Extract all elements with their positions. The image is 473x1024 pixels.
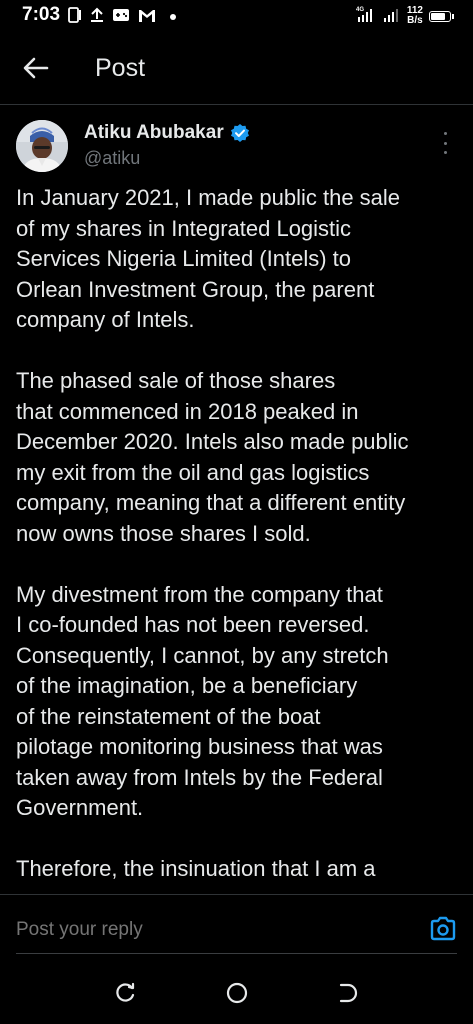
post-author: Atiku Abubakar @atiku xyxy=(16,120,457,176)
status-notification-icons xyxy=(68,7,176,27)
author-handle[interactable]: @atiku xyxy=(84,148,140,169)
camera-button[interactable] xyxy=(429,915,457,943)
signal-icon: 4G xyxy=(355,5,377,27)
recent-apps-icon xyxy=(116,982,135,1002)
upload-icon xyxy=(90,7,104,27)
post-text: In January 2021, I made public the sale … xyxy=(16,183,461,891)
svg-text:4G: 4G xyxy=(356,7,364,13)
post-paragraph: Therefore, the insinuation that I am a xyxy=(16,856,376,881)
avatar[interactable] xyxy=(16,120,68,172)
gamepad-icon xyxy=(112,7,130,27)
status-bar: 7:03 4G 112 B/s xyxy=(0,0,473,34)
verified-badge-icon xyxy=(230,124,249,142)
battery-icon xyxy=(429,10,454,22)
status-time: 7:03 xyxy=(22,4,61,25)
recent-apps-button[interactable] xyxy=(112,980,138,1006)
camera-icon xyxy=(430,916,456,941)
reply-bar xyxy=(0,894,473,955)
more-dot-icon xyxy=(443,141,447,145)
post-paragraph: The phased sale of those shares that com… xyxy=(16,368,409,546)
back-nav-icon xyxy=(339,983,358,1003)
back-nav-button[interactable] xyxy=(334,980,360,1006)
sim-card-icon xyxy=(68,7,82,27)
network-speed-unit: B/s xyxy=(407,15,423,26)
more-dot-icon xyxy=(443,151,447,154)
battery-fill xyxy=(431,12,446,20)
home-circle-icon xyxy=(226,982,248,1004)
network-speed: 112 B/s xyxy=(407,6,423,26)
more-options-button[interactable] xyxy=(437,132,453,154)
more-dot-icon xyxy=(443,132,447,135)
notification-dot-icon xyxy=(170,14,176,20)
page-title: Post xyxy=(95,54,146,82)
author-name[interactable]: Atiku Abubakar xyxy=(84,122,224,144)
signal-secondary-icon xyxy=(383,5,401,27)
post-paragraph: My divestment from the company that I co… xyxy=(16,581,389,821)
reply-input[interactable] xyxy=(16,919,396,941)
system-navigation-bar xyxy=(0,960,473,1024)
reply-underline xyxy=(16,953,457,954)
post-header: Post xyxy=(0,34,473,105)
gmail-icon xyxy=(138,8,156,27)
author-name-row: Atiku Abubakar xyxy=(84,122,250,144)
home-button[interactable] xyxy=(224,980,250,1006)
status-system-icons: 4G 112 B/s xyxy=(355,5,454,27)
post-paragraph: In January 2021, I made public the sale … xyxy=(16,185,401,332)
arrow-left-icon xyxy=(23,57,49,79)
back-button[interactable] xyxy=(20,52,52,84)
